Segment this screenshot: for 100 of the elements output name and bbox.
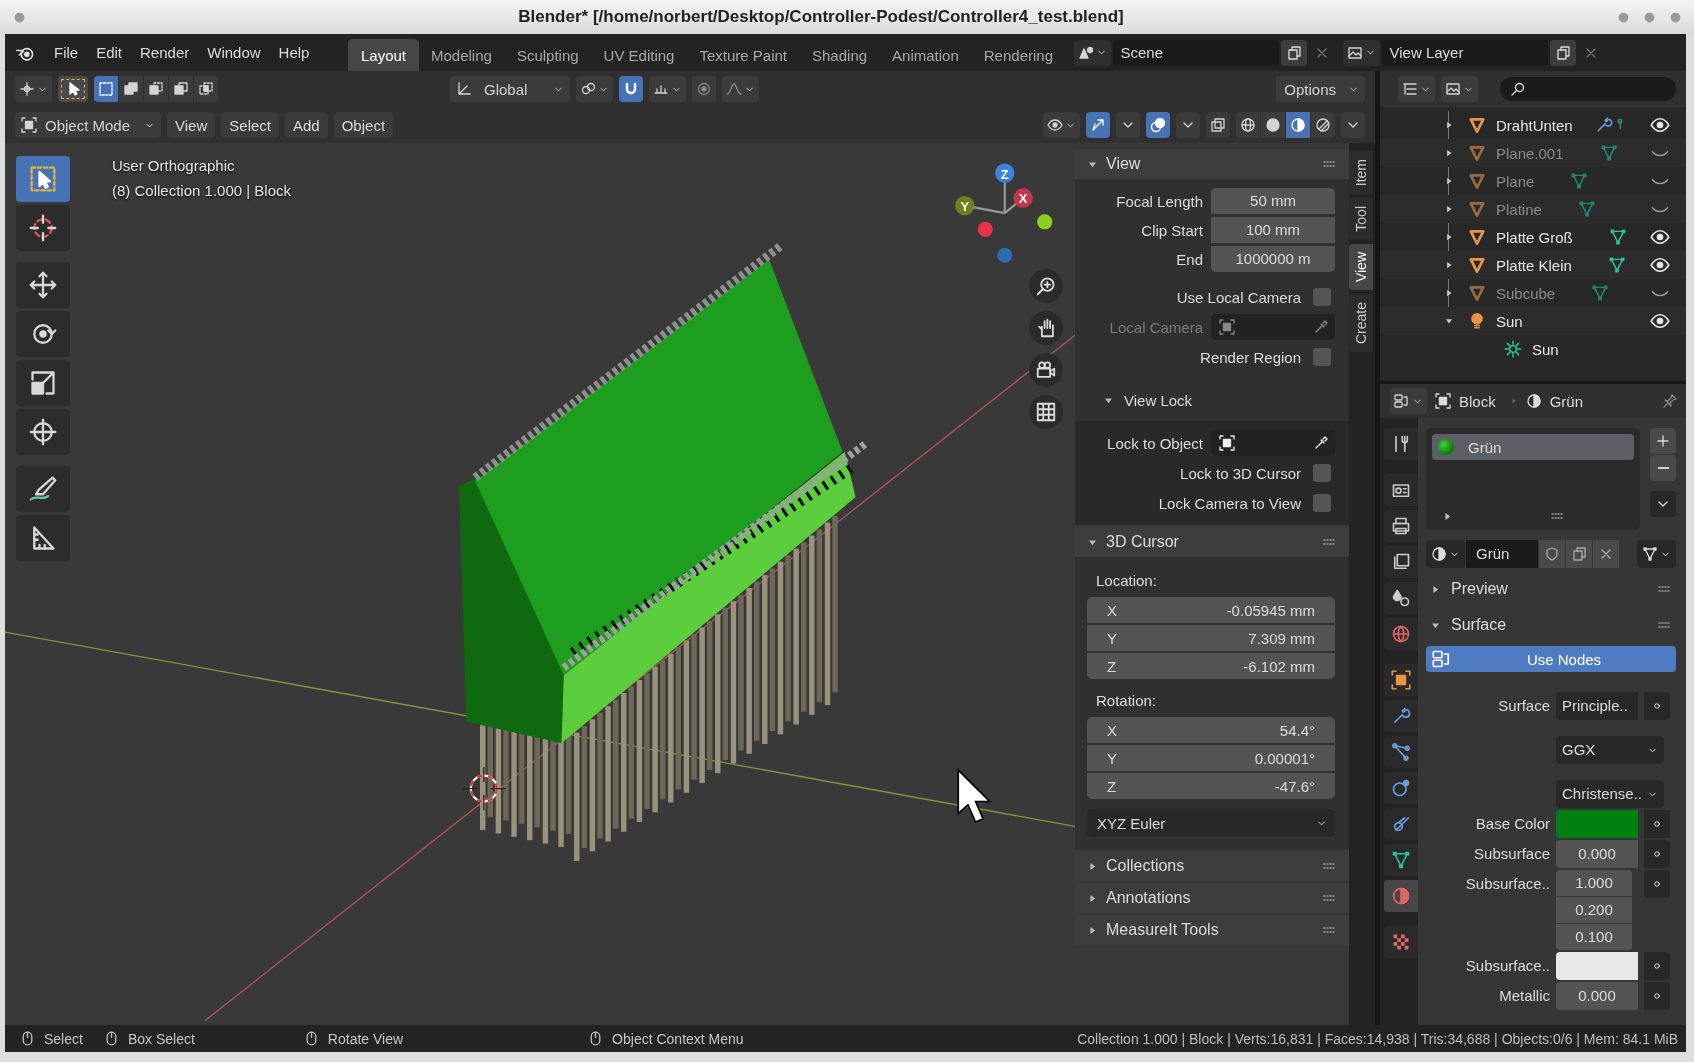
vector-field[interactable]: X -0.05945 mm (1087, 597, 1335, 623)
outliner-item[interactable]: Sun (1496, 312, 1523, 330)
panel-header[interactable]: Preview (1426, 574, 1676, 604)
status-hint: Rotate View (327, 1030, 404, 1047)
dropdown[interactable]: Christense.. (1556, 780, 1664, 808)
scene-field[interactable]: Scene (1112, 39, 1279, 66)
number-field[interactable]: 50 mm (1211, 188, 1335, 214)
workspace-tab[interactable]: Sculpting (504, 39, 592, 71)
outliner-item[interactable]: Plane.001 (1496, 144, 1564, 162)
field-label: Lock to Object (1106, 434, 1203, 452)
panel-title: Surface (1451, 616, 1508, 634)
menu-item[interactable]: Object (333, 112, 394, 138)
options-dropdown[interactable]: Options (1276, 76, 1365, 102)
panel-header[interactable]: 3D Cursor (1075, 527, 1349, 557)
material-name-field[interactable]: Grün (1466, 540, 1538, 568)
axis-label: Y (1107, 629, 1117, 647)
status-hint: Select (44, 1030, 83, 1047)
panel-title: 3D Cursor (1106, 533, 1180, 551)
panel-header[interactable]: Surface (1426, 610, 1676, 640)
workspace-tab[interactable]: Modeling (418, 39, 505, 71)
orientation-dropdown[interactable]: Global (450, 76, 571, 102)
checkbox-label: Lock Camera to View (1158, 494, 1301, 512)
panel-header[interactable]: Annotations (1075, 883, 1349, 913)
outliner-item[interactable]: Sun (1532, 340, 1559, 358)
mode-dropdown[interactable]: Object Mode (15, 112, 162, 138)
menu-item[interactable]: View (167, 112, 216, 138)
checkbox-label: Use Local Camera (1176, 288, 1301, 306)
field-value: 0.00001° (1254, 749, 1315, 767)
vector-field[interactable]: Y 0.00001° (1087, 745, 1335, 771)
vector-field[interactable]: X 54.4° (1087, 717, 1335, 743)
property-label: Subsurface.. (1464, 874, 1550, 894)
number-field[interactable]: 0.100 (1556, 924, 1632, 950)
location-label: Location: (1095, 571, 1158, 591)
outliner-item[interactable]: Plane (1496, 172, 1535, 190)
sidebar-tab[interactable]: View (1349, 243, 1373, 290)
menu-item[interactable]: Edit (87, 39, 132, 66)
workspace-tab[interactable]: Layout (348, 39, 419, 71)
scene-statistics: Collection 1.000 | Block | Verts:16,831 | Faces:14,938 | Tris:34,688 | Objects:0/6 | Mem: 84.1 MiB (1077, 1030, 1678, 1047)
view-layer-field[interactable]: View Layer (1381, 39, 1548, 66)
panel-header[interactable]: Collections (1075, 851, 1349, 881)
material-slot[interactable]: Grün (1432, 434, 1634, 460)
menu-item[interactable]: Add (285, 112, 328, 138)
field-value: 7.309 mm (1248, 629, 1315, 647)
panel-title: View (1106, 155, 1142, 173)
outliner-item[interactable]: Subcube (1496, 284, 1556, 302)
use-nodes-button[interactable]: Use Nodes (1426, 646, 1676, 672)
shader-field[interactable]: Principle.. (1556, 692, 1638, 720)
window-title: Blender* [/home/norbert/Desktop/Controller-Podest/Controller4_test.blend] (517, 7, 1125, 27)
number-field[interactable]: 1.000 (1556, 870, 1632, 896)
sidebar-tab[interactable]: Tool (1349, 198, 1373, 240)
property-label: Subsurface.. (1464, 956, 1550, 976)
dropdown[interactable]: GGX (1556, 736, 1664, 764)
outliner-item[interactable]: Platte Groß (1496, 228, 1573, 246)
panel-header[interactable]: MeasureIt Tools (1075, 915, 1349, 945)
number-field[interactable]: 0.000 (1556, 840, 1638, 868)
field-value: -0.05945 mm (1226, 601, 1315, 619)
sidebar-tab[interactable]: Create (1349, 294, 1373, 353)
subpanel-header[interactable]: View Lock (1087, 385, 1335, 415)
axis-label: Z (1107, 777, 1117, 795)
number-field[interactable]: 0.000 (1556, 982, 1638, 1010)
workspace-tab[interactable]: UV Editing (591, 39, 687, 71)
breadcrumb-object: Block (1459, 392, 1496, 410)
outliner-item[interactable]: Platine (1496, 200, 1542, 218)
panel-title: MeasureIt Tools (1106, 921, 1220, 939)
workspace-tab[interactable]: Texture Paint (686, 39, 800, 71)
number-field[interactable]: 100 mm (1211, 217, 1335, 243)
workspace-tab[interactable]: Shading (799, 39, 880, 71)
checkbox-label: Lock to 3D Cursor (1180, 464, 1301, 482)
field-label: Local Camera (1108, 318, 1203, 336)
axis-label: Y (1107, 749, 1117, 767)
slot-name: Grün (1468, 438, 1502, 456)
rotation-mode-dropdown[interactable]: XYZ Euler (1087, 809, 1335, 837)
rotation-label: Rotation: (1095, 691, 1158, 711)
menu-item[interactable]: Help (269, 39, 319, 66)
number-field[interactable]: 0.200 (1556, 897, 1632, 923)
vector-field[interactable]: Z -6.102 mm (1087, 653, 1335, 679)
vector-field[interactable]: Y 7.309 mm (1087, 625, 1335, 651)
menu-item[interactable]: File (45, 39, 88, 66)
panel-title: Annotations (1106, 889, 1192, 907)
field-value: -6.102 mm (1243, 657, 1315, 675)
collection-info: (8) Collection 1.000 | Block (112, 182, 291, 199)
sidebar-tab[interactable]: Item (1349, 151, 1373, 195)
workspace-tab[interactable]: Rendering (971, 39, 1066, 71)
view-name: User Orthographic (112, 157, 236, 174)
menu-item[interactable]: Render (131, 39, 199, 66)
field-value: -47.6° (1274, 777, 1315, 795)
outliner-item[interactable]: Platte Klein (1496, 256, 1572, 274)
field-label: End (1175, 250, 1203, 268)
panel-title: Preview (1451, 580, 1509, 598)
number-field[interactable]: 1000000 m (1211, 246, 1335, 272)
field-value: 54.4° (1279, 721, 1315, 739)
menu-item[interactable]: Window (198, 39, 270, 66)
vector-field[interactable]: Z -47.6° (1087, 773, 1335, 799)
outliner-item[interactable]: DrahtUnten (1496, 116, 1573, 134)
menu-item[interactable]: Select (221, 112, 279, 138)
workspace-tab[interactable]: Animation (879, 39, 972, 71)
axis-label: X (1018, 191, 1028, 207)
panel-header[interactable]: View (1075, 149, 1349, 179)
field-label: Focal Length (1115, 192, 1203, 210)
axis-label: Y (960, 199, 970, 214)
